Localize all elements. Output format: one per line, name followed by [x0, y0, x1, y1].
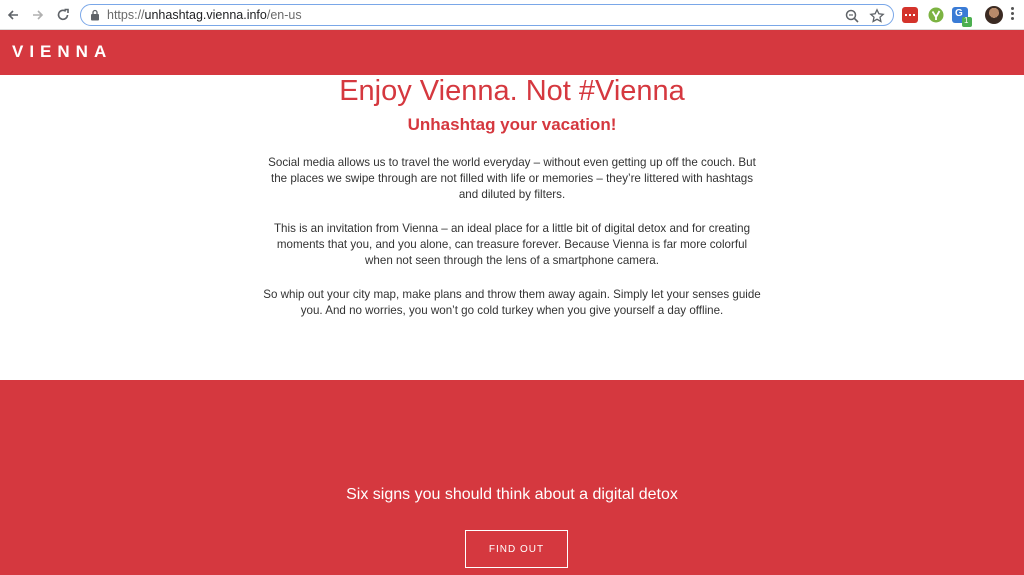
- extension-badge: 1: [962, 16, 972, 27]
- url-host: unhashtag.vienna.info: [144, 8, 267, 22]
- reload-icon[interactable]: [54, 6, 72, 24]
- cta-title: Six signs you should think about a digit…: [346, 486, 678, 503]
- lastpass-icon[interactable]: [902, 7, 918, 23]
- find-out-button[interactable]: FIND OUT: [465, 530, 568, 568]
- intro-section: Enjoy Vienna. Not #Vienna Unhashtag your…: [0, 75, 1024, 380]
- kebab-menu-icon[interactable]: [1011, 7, 1015, 23]
- site-header: VIENNA: [0, 30, 1024, 75]
- detox-cta-section: Six signs you should think about a digit…: [0, 380, 1024, 575]
- page-title: Enjoy Vienna. Not #Vienna: [339, 75, 685, 107]
- url-path: /en-us: [266, 8, 302, 22]
- address-bar[interactable]: https://unhashtag.vienna.info/en-us: [80, 4, 894, 26]
- intro-paragraph-2: This is an invitation from Vienna – an i…: [273, 222, 751, 267]
- intro-paragraph-3: So whip out your city map, make plans an…: [263, 288, 761, 317]
- zoom-icon[interactable]: [844, 8, 860, 24]
- back-arrow-icon[interactable]: [4, 6, 22, 24]
- url-scheme: https://: [107, 8, 145, 22]
- page-subtitle: Unhashtag your vacation!: [407, 115, 617, 134]
- extension-badge-count: 1: [964, 16, 969, 25]
- translate-icon[interactable]: G 1: [952, 7, 972, 27]
- yoast-icon[interactable]: [928, 7, 944, 23]
- browser-toolbar: https://unhashtag.vienna.info/en-us G 1: [0, 0, 1024, 30]
- lock-icon: [91, 9, 99, 21]
- intro-paragraph-1: Social media allows us to travel the wor…: [268, 156, 756, 201]
- url-text[interactable]: https://unhashtag.vienna.info/en-us: [107, 8, 302, 22]
- avatar[interactable]: [985, 6, 1003, 24]
- star-icon[interactable]: [869, 8, 885, 24]
- forward-arrow-icon[interactable]: [29, 6, 47, 24]
- vienna-logo[interactable]: VIENNA: [12, 42, 112, 62]
